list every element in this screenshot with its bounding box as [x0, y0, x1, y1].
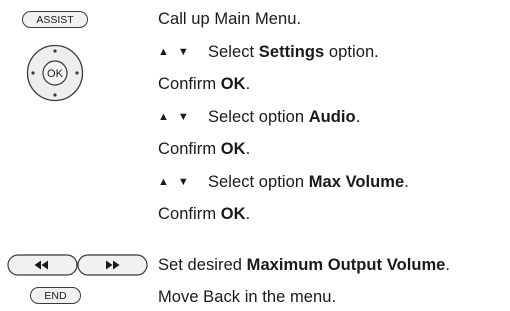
step-7-bold: OK: [220, 205, 246, 223]
step-7: Confirm OK.: [158, 204, 250, 224]
step-2-suffix: option.: [324, 43, 379, 61]
step-3-prefix: Confirm: [158, 75, 221, 93]
up-down-arrows-icon: ▲▼: [158, 176, 198, 188]
step-8-prefix: Set desired: [158, 256, 247, 274]
step-7-suffix: .: [245, 205, 251, 223]
step-4-suffix: .: [355, 108, 361, 126]
assist-key: ASSIST: [22, 11, 88, 28]
rewind-fast-forward-keys: [7, 254, 148, 276]
step-8-bold: Maximum Output Volume: [246, 256, 446, 274]
step-2-bold: Settings: [258, 43, 325, 61]
step-5-prefix: Confirm: [158, 140, 221, 158]
step-9-text: Move Back in the menu.: [158, 288, 337, 306]
step-1-text: Call up Main Menu.: [158, 10, 302, 28]
step-3: Confirm OK.: [158, 74, 250, 94]
step-8-suffix: .: [445, 256, 451, 274]
step-2: ▲▼ Select Settings option.: [158, 42, 379, 62]
step-4-bold: Audio: [308, 108, 356, 126]
ok-key-label: OK: [47, 68, 64, 80]
step-9: Move Back in the menu.: [158, 287, 336, 307]
step-5-suffix: .: [245, 140, 251, 158]
step-7-prefix: Confirm: [158, 205, 221, 223]
step-6-suffix: .: [404, 173, 409, 191]
step-6-prefix: Select option: [208, 173, 309, 191]
step-2-prefix: Select: [208, 43, 259, 61]
end-key: END: [30, 287, 81, 304]
step-8: Set desired Maximum Output Volume.: [158, 255, 450, 275]
step-6: ▲▼ Select option Max Volume.: [158, 172, 409, 192]
step-5-bold: OK: [220, 140, 246, 158]
step-4: ▲▼ Select option Audio.: [158, 107, 360, 127]
step-3-bold: OK: [220, 75, 246, 93]
step-6-bold: Max Volume: [308, 173, 405, 191]
step-5: Confirm OK.: [158, 139, 250, 159]
up-down-arrows-icon: ▲▼: [158, 46, 198, 58]
up-down-arrows-icon: ▲▼: [158, 111, 198, 123]
step-3-suffix: .: [245, 75, 251, 93]
ok-navigation-pad: OK: [26, 44, 84, 102]
step-4-prefix: Select option: [208, 108, 309, 126]
step-1: Call up Main Menu.: [158, 9, 301, 29]
